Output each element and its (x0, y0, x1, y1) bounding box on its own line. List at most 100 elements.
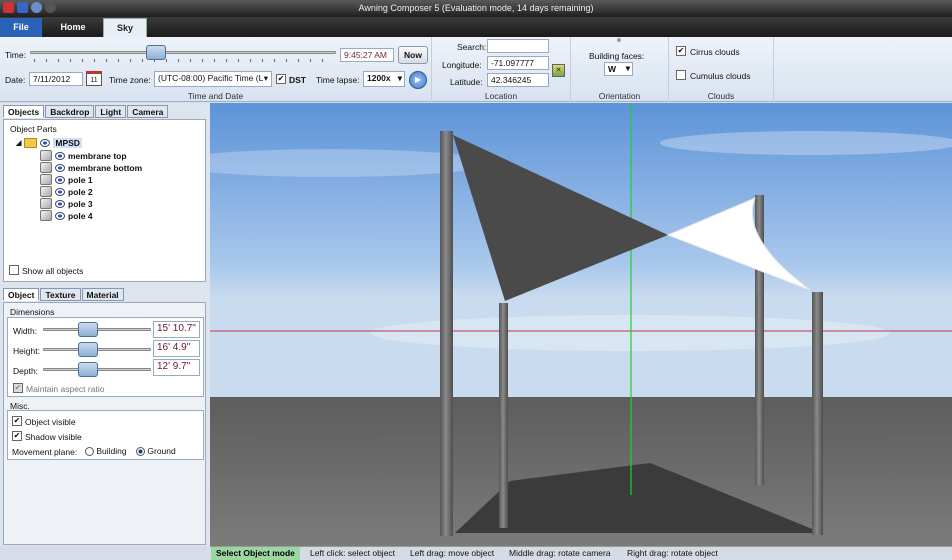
tab-sky[interactable]: Sky (103, 18, 147, 37)
longitude-label: Longitude: (442, 60, 482, 70)
ground-option-label: Ground (147, 446, 176, 456)
cirrus-label: Cirrus clouds (690, 47, 740, 57)
time-slider-thumb[interactable] (146, 45, 166, 60)
tab-camera[interactable]: Camera (127, 105, 169, 118)
calendar-icon[interactable]: 11 (86, 71, 102, 86)
object-parts-panel: Object Parts ◢ MPSD membrane top membran… (3, 119, 206, 282)
tree-item-label: membrane top (68, 150, 127, 161)
ribbon-tab-row: File Home Sky (0, 17, 952, 37)
cumulus-label: Cumulus clouds (690, 71, 751, 81)
calendar-day: 11 (90, 77, 98, 84)
eye-icon[interactable] (55, 211, 65, 220)
tree-item[interactable]: pole 3 (40, 198, 93, 209)
orientation-group-label: Orientation (598, 91, 641, 101)
time-slider-track[interactable] (30, 51, 336, 54)
status-hint: Right drag: rotate object (627, 548, 718, 558)
cube-icon (40, 150, 52, 161)
tree-item[interactable]: pole 4 (40, 210, 93, 221)
building-radio[interactable] (85, 447, 94, 457)
status-hint: Left drag: move object (410, 548, 495, 558)
maintain-aspect-label: Maintain aspect ratio (26, 384, 105, 394)
cumulus-checkbox[interactable] (676, 70, 686, 80)
shadow-visible-checkbox[interactable]: ✔ (12, 431, 22, 441)
tab-file[interactable]: File (0, 18, 42, 37)
depth-label: Depth: (13, 366, 39, 376)
object-parts-label: Object Parts (10, 124, 57, 134)
object-visible-checkbox[interactable]: ✔ (12, 416, 22, 426)
date-label: Date: (5, 75, 26, 85)
scene-canvas[interactable] (210, 103, 952, 546)
width-slider-thumb[interactable] (78, 322, 98, 337)
tree-root[interactable]: ◢ MPSD (16, 138, 82, 148)
window-title: Awning Composer 5 (Evaluation mode, 14 d… (358, 3, 594, 13)
ground-option[interactable]: Ground (136, 446, 176, 457)
tab-light[interactable]: Light (95, 105, 127, 118)
chevron-down-icon: ▾ (397, 73, 402, 83)
dimensions-box: Width: 15' 10.7" Height: 16' 4.9" Depth:… (7, 317, 204, 397)
show-all-checkbox[interactable] (9, 265, 19, 275)
tree-item[interactable]: pole 2 (40, 186, 93, 197)
tab-object[interactable]: Object (3, 288, 40, 301)
tree-item-label: membrane bottom (68, 162, 143, 173)
folder-icon (24, 138, 38, 148)
pole-4 (812, 292, 823, 535)
maintain-aspect-checkbox[interactable]: ✔ (13, 383, 23, 393)
tab-home[interactable]: Home (50, 18, 96, 37)
latitude-field[interactable]: 42.346245 (487, 73, 549, 87)
title-bar: Awning Composer 5 (Evaluation mode, 14 d… (0, 0, 952, 17)
building-faces-value: W (608, 64, 617, 74)
object-panel-tabs: Objects Backdrop Light Camera (3, 105, 169, 118)
eye-icon[interactable] (55, 151, 65, 160)
compass-icon (617, 38, 621, 42)
timezone-label: Time zone: (109, 75, 151, 85)
building-option[interactable]: Building (85, 446, 127, 457)
3d-viewport[interactable] (210, 103, 952, 546)
tree-root-label: MPSD (53, 138, 82, 148)
timelapse-label: Time lapse: (316, 75, 360, 85)
building-faces-select[interactable]: W ▾ (604, 62, 633, 76)
timelapse-select[interactable]: 1200x ▾ (363, 71, 405, 87)
object-visible-label: Object visible (25, 417, 76, 427)
date-field[interactable]: 7/11/2012 (29, 72, 83, 86)
dst-label: DST (289, 75, 306, 85)
timezone-select[interactable]: (UTC-08:00) Pacific Time (L ▾ (154, 71, 272, 87)
expand-arrow-icon[interactable]: ◢ (16, 139, 21, 147)
tree-item[interactable]: membrane top (40, 150, 127, 161)
cirrus-checkbox[interactable]: ✔ (676, 46, 686, 56)
eye-icon[interactable] (55, 199, 65, 208)
tree-item[interactable]: pole 1 (40, 174, 93, 185)
search-input[interactable] (487, 39, 549, 53)
group-time-date: Time: 9:45:27 AM Now Date: 7/11/2012 11 … (0, 37, 432, 102)
tab-objects[interactable]: Objects (3, 105, 45, 118)
group-orientation: Building faces: W ▾ Orientation (571, 37, 669, 102)
depth-field[interactable]: 12' 9.7" (153, 359, 200, 376)
depth-slider-thumb[interactable] (78, 362, 98, 377)
eye-icon[interactable] (40, 139, 51, 147)
map-icon[interactable]: ✕ (552, 64, 565, 77)
dst-checkbox[interactable]: ✔ (276, 74, 286, 84)
chevron-down-icon: ▾ (625, 63, 630, 73)
tab-texture[interactable]: Texture (40, 288, 81, 301)
longitude-field[interactable]: -71.097777 (487, 56, 549, 70)
tree-item[interactable]: membrane bottom (40, 162, 142, 173)
time-field[interactable]: 9:45:27 AM (340, 48, 394, 62)
tab-material[interactable]: Material (81, 288, 124, 301)
tab-backdrop[interactable]: Backdrop (45, 105, 95, 118)
show-all-label: Show all objects (22, 266, 84, 276)
now-button[interactable]: Now (398, 46, 428, 64)
timezone-value: (UTC-08:00) Pacific Time (L (158, 73, 264, 83)
height-field[interactable]: 16' 4.9" (153, 340, 200, 357)
eye-icon[interactable] (55, 187, 65, 196)
shadow-visible-label: Shadow visible (25, 432, 82, 442)
height-label: Height: (13, 346, 40, 356)
eye-icon[interactable] (55, 163, 65, 172)
cirrus-cloud (660, 131, 952, 155)
eye-icon[interactable] (55, 175, 65, 184)
width-field[interactable]: 15' 10.7" (153, 321, 200, 338)
pole-1 (440, 131, 453, 536)
play-icon[interactable]: ▶ (409, 71, 427, 89)
status-hint: Left click: select object (310, 548, 396, 558)
height-slider-thumb[interactable] (78, 342, 98, 357)
cube-icon (40, 210, 52, 221)
ground-radio[interactable] (136, 447, 145, 457)
